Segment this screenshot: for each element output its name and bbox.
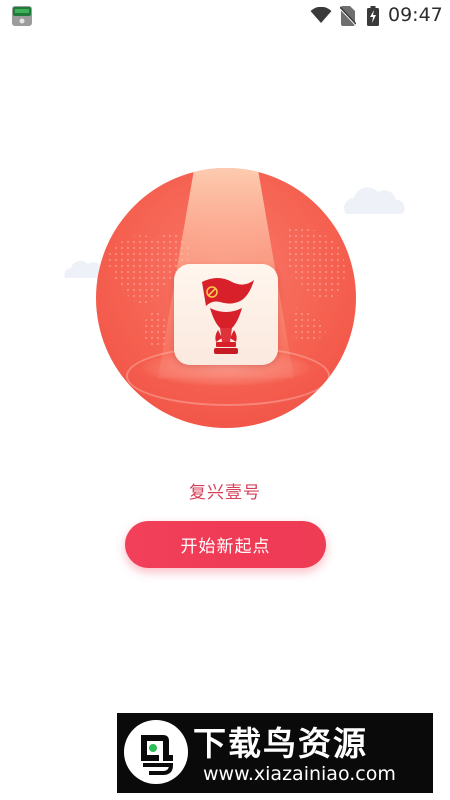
no-sim-icon (340, 6, 356, 26)
bird-logo-icon (124, 720, 188, 784)
app-logo (174, 264, 278, 365)
torch-flag-icon (202, 278, 254, 354)
battery-charging-icon (367, 6, 379, 26)
watermark-title: 下载鸟资源 (193, 724, 368, 763)
app-notification-icon (12, 6, 32, 26)
status-time: 09:47 (388, 4, 443, 26)
start-button[interactable]: 开始新起点 (125, 521, 326, 568)
app-name: 复兴壹号 (189, 483, 261, 503)
wifi-icon (310, 7, 332, 23)
watermark-url: www.xiazainiao.com (203, 763, 396, 785)
watermark-banner: 下载鸟资源 www.xiazainiao.com (117, 713, 433, 793)
status-bar: 09:47 (0, 0, 450, 32)
